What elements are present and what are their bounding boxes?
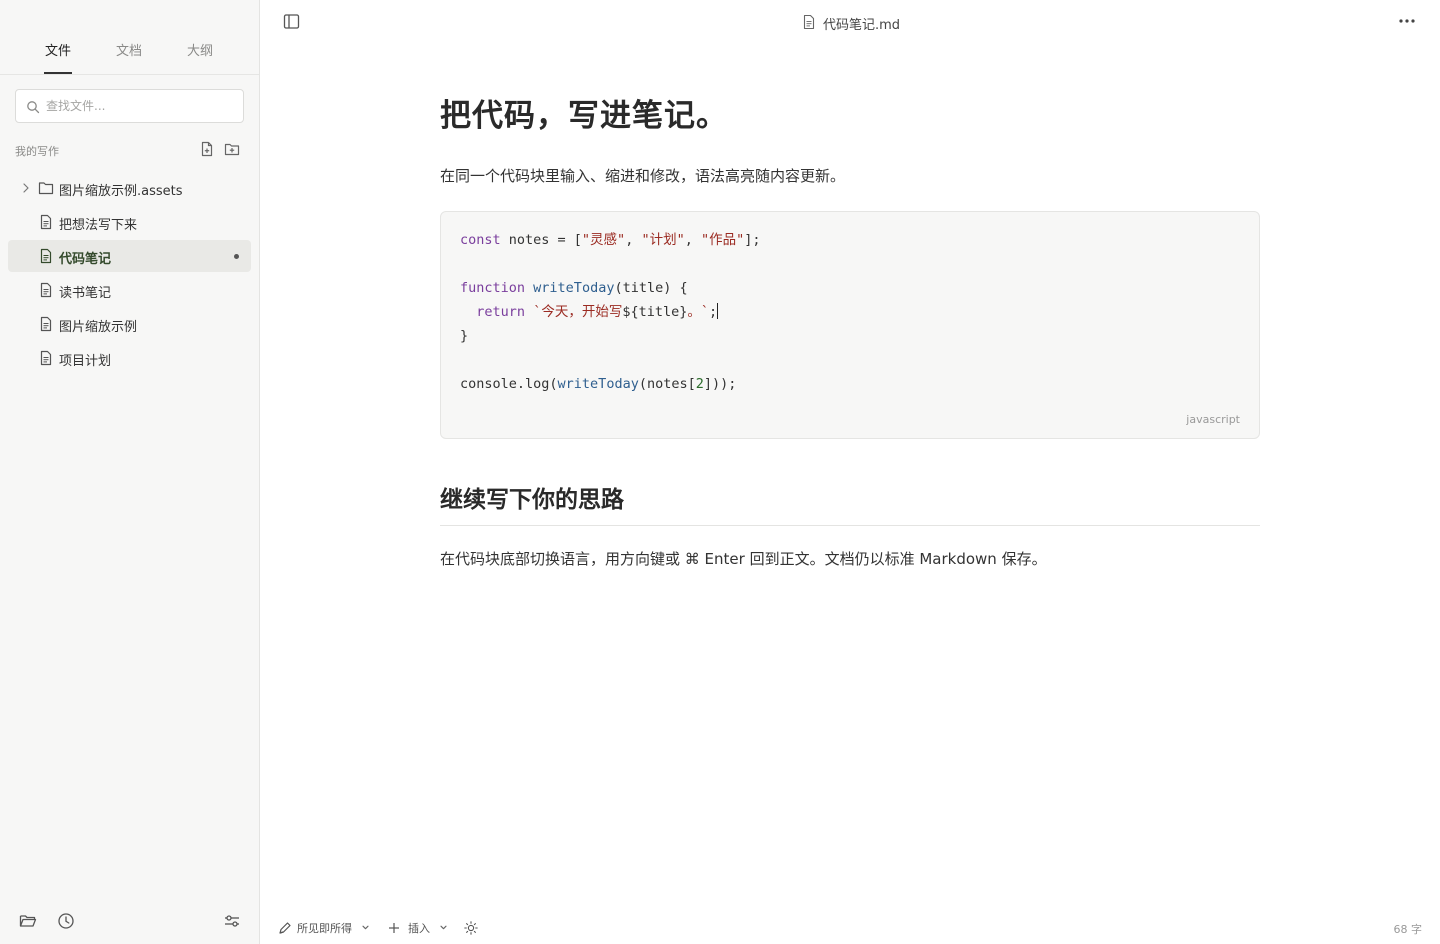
tree-folder-assets[interactable]: 图片缩放示例.assets xyxy=(8,172,251,204)
document-icon xyxy=(803,14,815,30)
section-heading[interactable]: 继续写下你的思路 xyxy=(440,480,624,514)
tree-item-label: 图片缩放示例.assets xyxy=(59,184,183,199)
tree-file-code-notes[interactable]: 代码笔记 xyxy=(8,240,251,272)
folder-open-icon[interactable] xyxy=(18,911,38,931)
tree-file-project-plan[interactable]: 项目计划 xyxy=(8,342,251,374)
pen-icon xyxy=(279,922,291,934)
new-file-icon[interactable] xyxy=(199,141,215,157)
tree-file-reading-notes[interactable]: 读书笔记 xyxy=(8,274,251,306)
tree-file-ideas[interactable]: 把想法写下来 xyxy=(8,206,251,238)
settings-sliders-icon[interactable] xyxy=(222,911,242,931)
heading-divider xyxy=(440,525,1260,526)
search-icon xyxy=(27,101,40,114)
tab-outline[interactable]: 大纲 xyxy=(187,40,213,59)
tree-item-label: 图片缩放示例 xyxy=(59,320,138,335)
plus-icon xyxy=(389,923,399,933)
text-caret xyxy=(717,303,719,319)
code-content[interactable]: const notes = ["灵感", "计划", "作品"]; functi… xyxy=(460,228,761,396)
word-count: 68 字 xyxy=(1393,923,1423,936)
intro-paragraph[interactable]: 在同一个代码块里输入、缩进和修改，语法高亮随内容更新。 xyxy=(440,165,845,186)
file-name: 代码笔记.md xyxy=(823,18,901,33)
sidebar-tabs: 文件 文档 大纲 xyxy=(0,0,259,75)
body-paragraph[interactable]: 在代码块底部切换语言，用方向键或 ⌘ Enter 回到正文。文档仍以标准 Mar… xyxy=(440,548,1047,569)
file-search-box xyxy=(15,89,244,123)
document-icon xyxy=(40,282,52,298)
editor-mode-label: 所见即所得 xyxy=(297,922,352,935)
insert-label: 插入 xyxy=(408,922,430,935)
sidebar: 文件 文档 大纲 我的写作 图片缩放示例.assets 把想法写下来 代码笔记 … xyxy=(0,0,260,944)
theme-sun-icon[interactable] xyxy=(464,921,478,935)
toggle-sidebar-icon[interactable] xyxy=(283,13,300,30)
chevron-down-icon xyxy=(362,925,369,930)
section-label: 我的写作 xyxy=(15,145,59,158)
file-search-input[interactable] xyxy=(46,90,236,122)
tab-docs[interactable]: 文档 xyxy=(116,40,142,59)
insert-dropdown[interactable]: 插入 xyxy=(387,919,452,937)
tab-files[interactable]: 文件 xyxy=(45,40,71,59)
code-block[interactable]: const notes = ["灵感", "计划", "作品"]; functi… xyxy=(440,211,1260,439)
tree-file-image-zoom[interactable]: 图片缩放示例 xyxy=(8,308,251,340)
editor-mode-dropdown[interactable]: 所见即所得 xyxy=(278,919,373,937)
unsaved-indicator xyxy=(234,254,239,259)
chevron-down-icon xyxy=(440,925,447,930)
document-icon xyxy=(40,248,52,264)
more-options-icon[interactable] xyxy=(1398,14,1416,28)
tree-item-label: 项目计划 xyxy=(59,354,112,369)
active-tab-indicator xyxy=(44,72,72,74)
folder-icon xyxy=(38,182,54,195)
tree-item-label: 把想法写下来 xyxy=(59,218,138,233)
history-icon[interactable] xyxy=(56,911,76,931)
document-icon xyxy=(40,214,52,230)
document-icon xyxy=(40,350,52,366)
document-title[interactable]: 把代码，写进笔记。 xyxy=(440,90,728,135)
new-folder-icon[interactable] xyxy=(224,141,240,157)
tree-item-label: 读书笔记 xyxy=(59,286,112,301)
document-icon xyxy=(40,316,52,332)
code-language-selector[interactable]: javascript xyxy=(1186,413,1240,426)
chevron-right-icon[interactable] xyxy=(21,182,31,194)
tree-item-label: 代码笔记 xyxy=(59,252,112,267)
